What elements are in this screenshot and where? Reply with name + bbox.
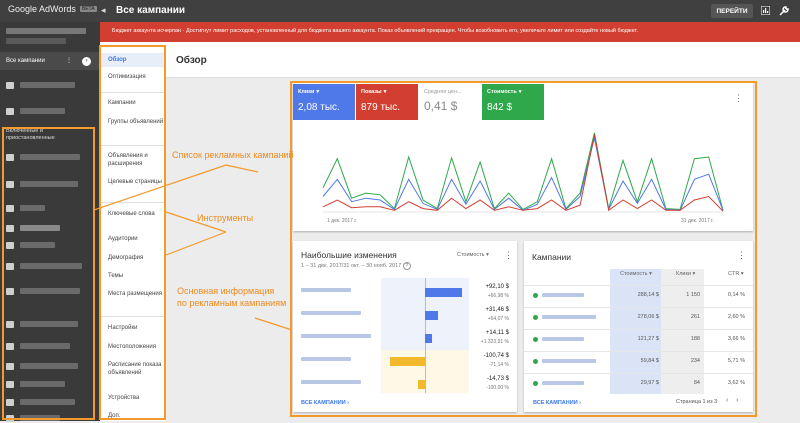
annotation-main-line1: Основная информация bbox=[177, 286, 275, 296]
arrow-line bbox=[93, 164, 227, 211]
annotation-campaign-list: Список рекламных кампаний bbox=[172, 150, 294, 160]
annotation-arrows bbox=[93, 164, 293, 331]
arrow-line bbox=[165, 231, 227, 256]
arrow-line bbox=[254, 317, 293, 331]
arrow-line bbox=[225, 164, 259, 173]
annotation-main-line2: по рекламным кампаниям bbox=[177, 298, 287, 308]
annotation-tools: Инструменты bbox=[197, 213, 254, 223]
